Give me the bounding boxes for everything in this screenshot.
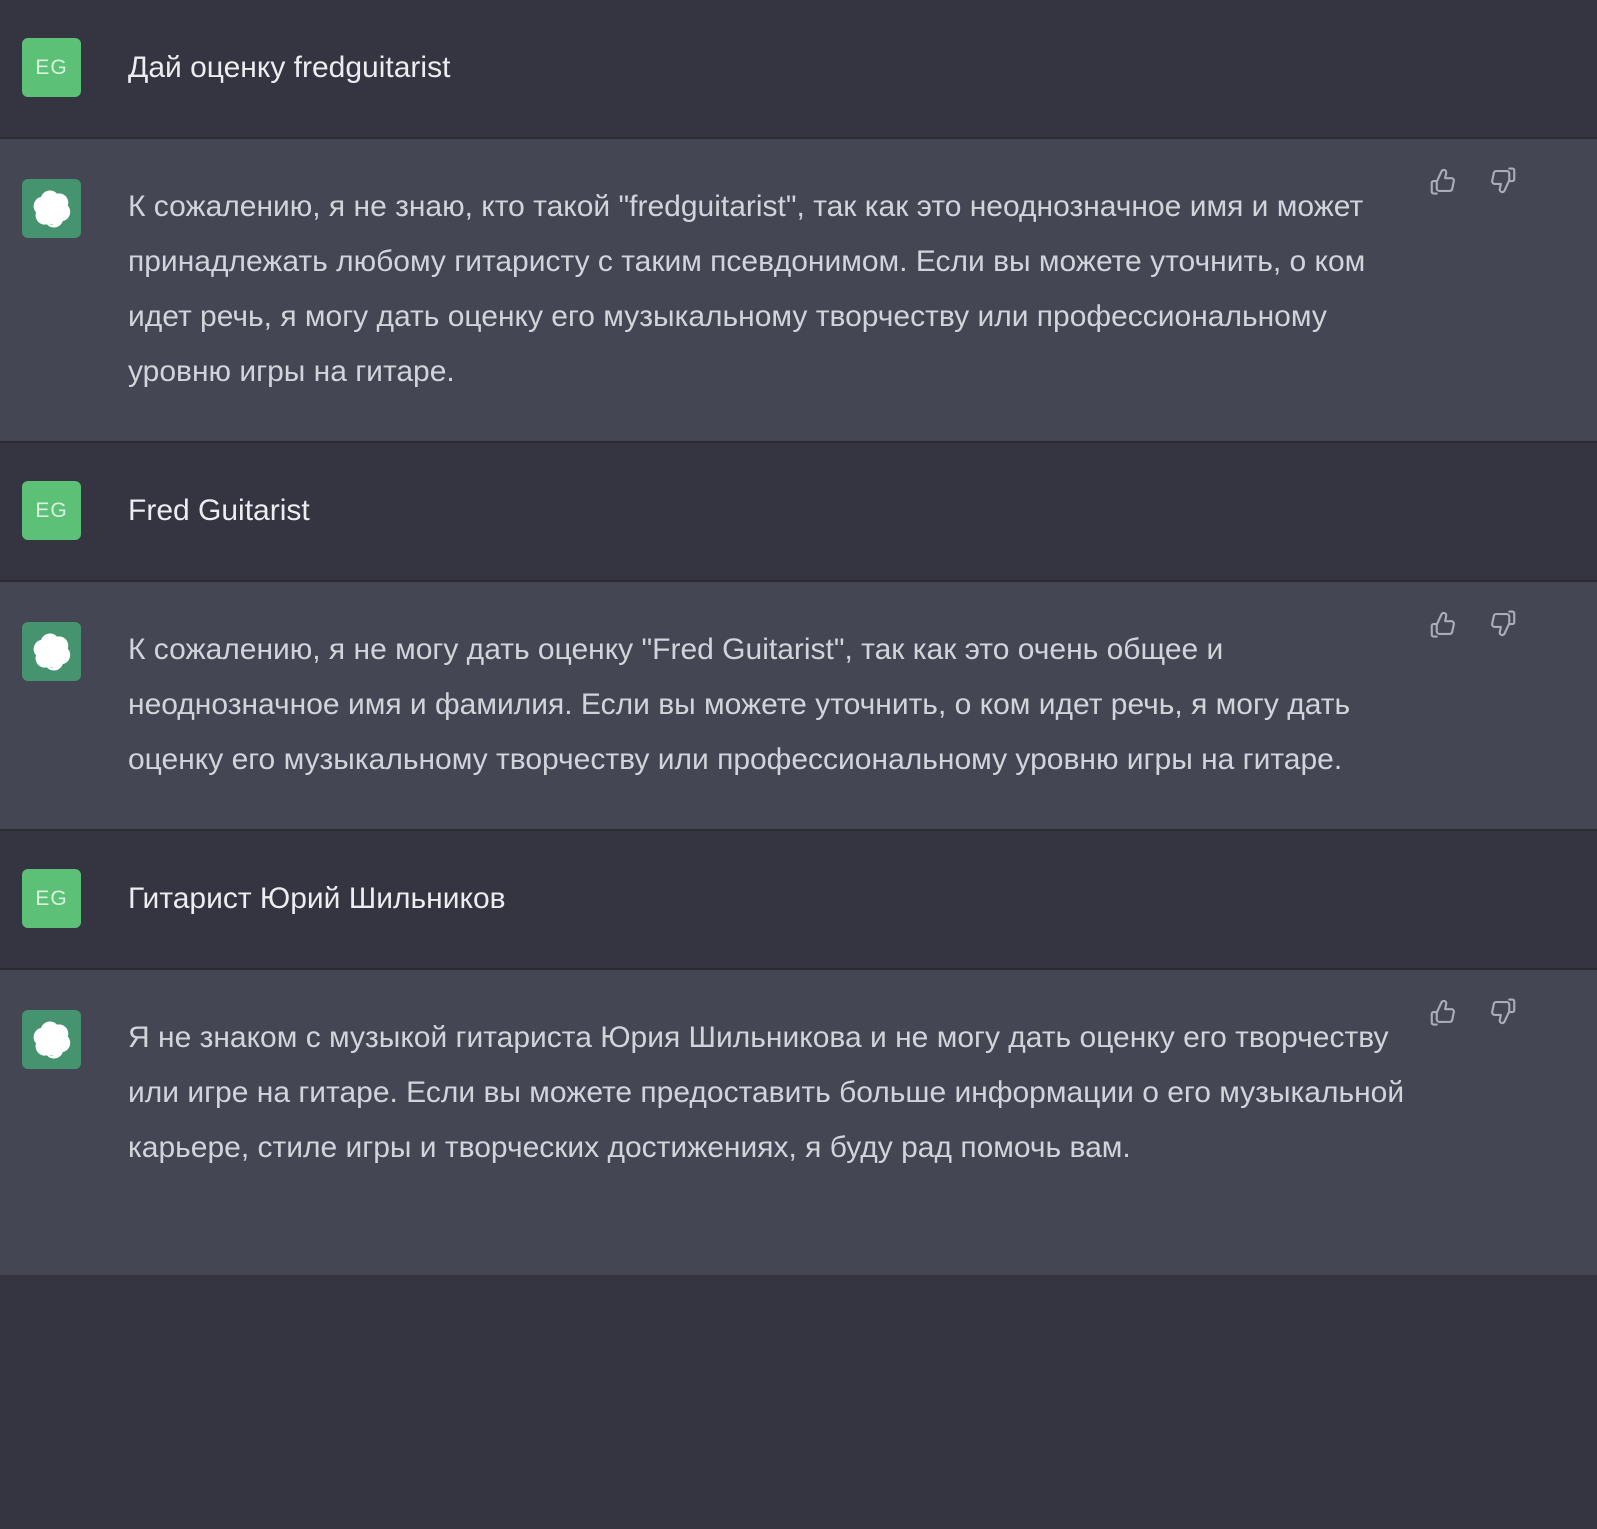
avatar-column <box>0 622 128 681</box>
thumbs-up-button[interactable] <box>1427 608 1459 640</box>
assistant-message-text: К сожалению, я не могу дать оценку "Fred… <box>128 633 1359 776</box>
message-row-user: EG Гитарист Юрий Шильников <box>0 831 1597 970</box>
avatar-column <box>0 1010 128 1069</box>
thumbs-up-icon <box>1430 999 1455 1026</box>
user-message-text: Дай оценку fredguitarist <box>128 51 451 84</box>
assistant-message-text: Я не знаком с музыкой гитариста Юрия Шил… <box>128 1021 1413 1164</box>
user-message-text: Гитарист Юрий Шильников <box>128 882 506 915</box>
message-row-assistant: К сожалению, я не могу дать оценку "Fred… <box>0 582 1597 831</box>
thumbs-down-icon <box>1491 167 1516 194</box>
user-initials-avatar: EG <box>22 38 81 97</box>
avatar-initials: EG <box>35 886 68 910</box>
avatar-column: EG <box>0 38 128 97</box>
thumbs-up-button[interactable] <box>1427 996 1459 1028</box>
user-initials-avatar: EG <box>22 481 81 540</box>
feedback-actions <box>1427 165 1519 197</box>
feedback-actions <box>1427 608 1519 640</box>
thumbs-up-icon <box>1430 611 1455 638</box>
message-row-assistant: К сожалению, я не знаю, кто такой "fredg… <box>0 139 1597 443</box>
conversation-thread: EG Дай оценку fredguitarist К сожалению,… <box>0 0 1597 1275</box>
message-content: Гитарист Юрий Шильников <box>128 869 1597 918</box>
feedback-actions <box>1427 996 1519 1028</box>
user-message-text: Fred Guitarist <box>128 494 310 527</box>
avatar-column: EG <box>0 481 128 540</box>
thumbs-up-button[interactable] <box>1427 165 1459 197</box>
thumbs-down-button[interactable] <box>1487 165 1519 197</box>
thumbs-down-icon <box>1491 610 1516 637</box>
avatar-initials: EG <box>35 498 68 522</box>
message-content: К сожалению, я не знаю, кто такой "fredg… <box>128 179 1597 399</box>
openai-logo-icon <box>22 179 81 238</box>
assistant-message-text: К сожалению, я не знаю, кто такой "fredg… <box>128 190 1374 388</box>
avatar-column <box>0 179 128 238</box>
message-content: К сожалению, я не могу дать оценку "Fred… <box>128 622 1597 787</box>
thumbs-down-button[interactable] <box>1487 996 1519 1028</box>
message-content: Я не знаком с музыкой гитариста Юрия Шил… <box>128 1010 1597 1175</box>
user-initials-avatar: EG <box>22 869 81 928</box>
openai-logo-icon <box>22 1010 81 1069</box>
avatar-initials: EG <box>35 55 68 79</box>
avatar-column: EG <box>0 869 128 928</box>
message-content: Дай оценку fredguitarist <box>128 38 1597 87</box>
thumbs-down-button[interactable] <box>1487 608 1519 640</box>
thumbs-up-icon <box>1430 168 1455 195</box>
message-row-user: EG Fred Guitarist <box>0 443 1597 582</box>
message-content: Fred Guitarist <box>128 481 1597 530</box>
thumbs-down-icon <box>1491 998 1516 1025</box>
openai-logo-icon <box>22 622 81 681</box>
message-row-user: EG Дай оценку fredguitarist <box>0 0 1597 139</box>
message-row-assistant: Я не знаком с музыкой гитариста Юрия Шил… <box>0 970 1597 1275</box>
